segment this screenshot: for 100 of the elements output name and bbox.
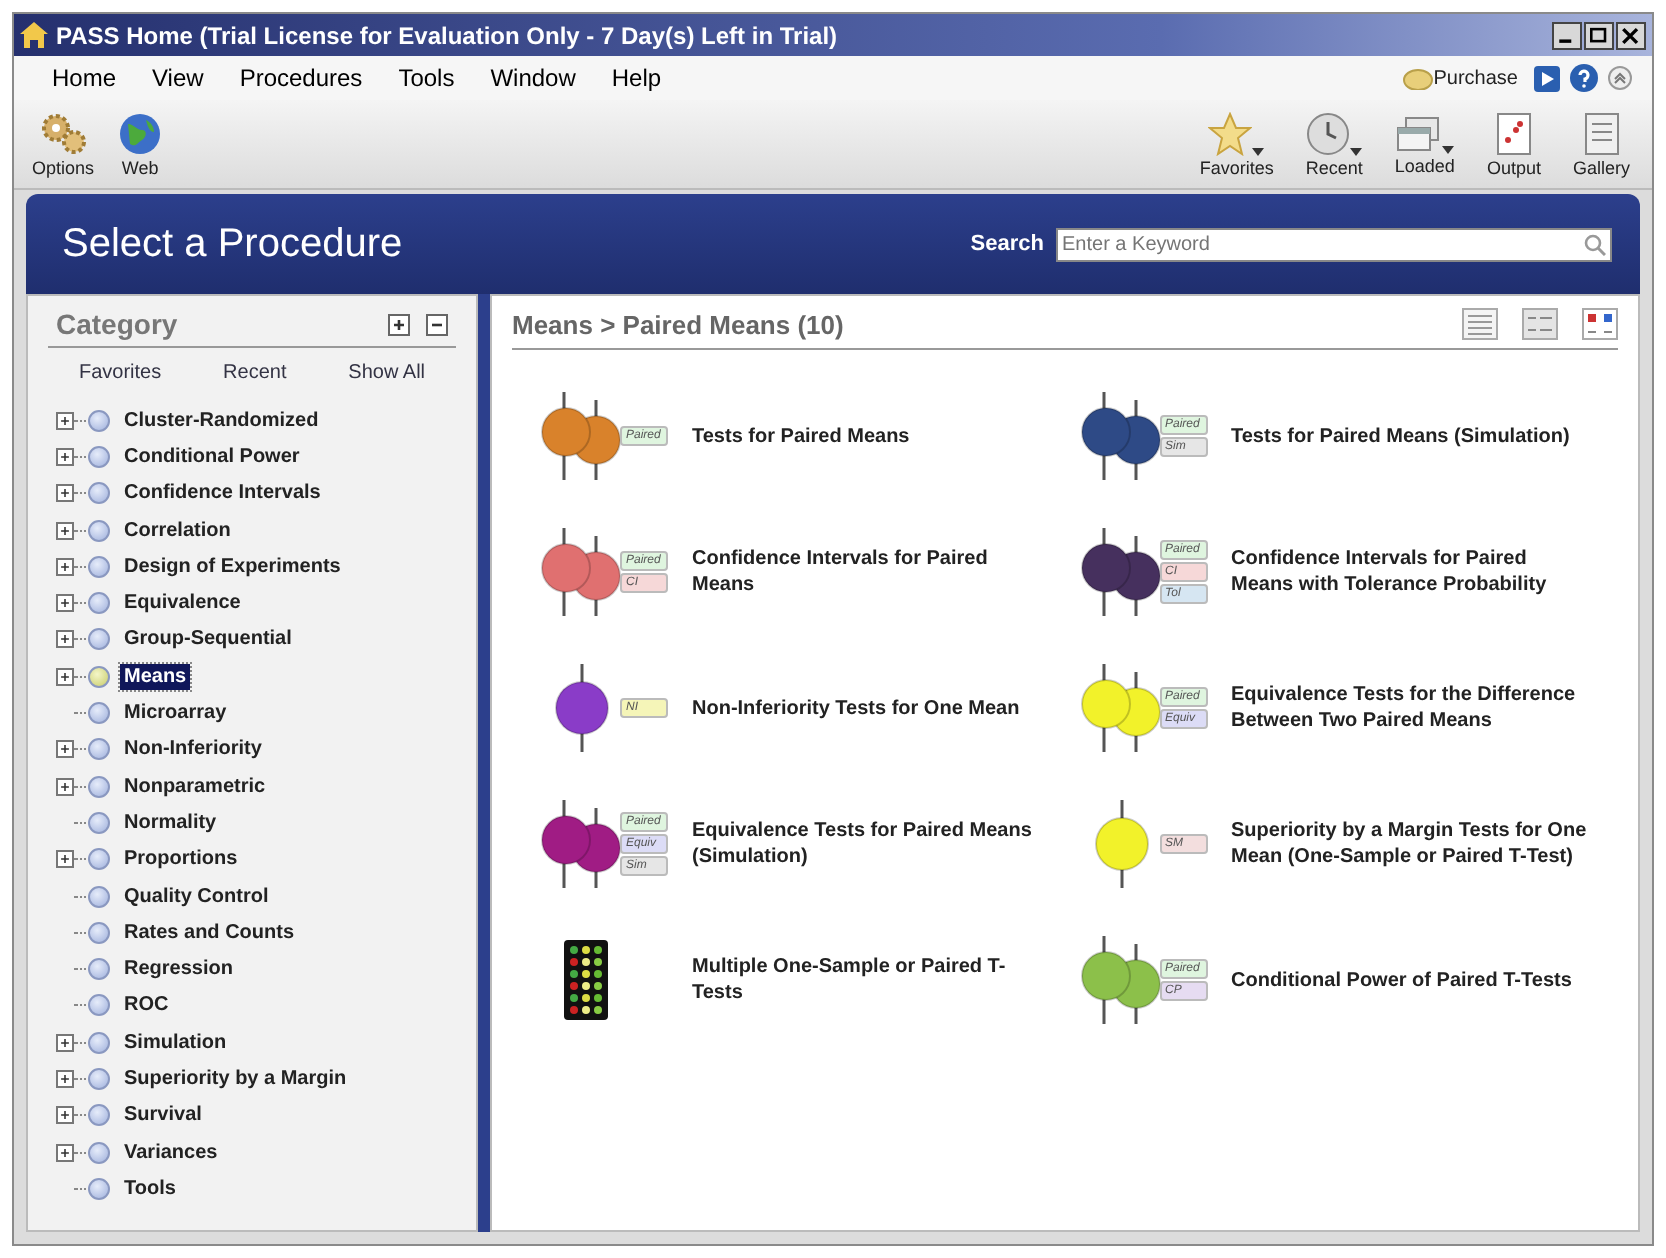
category-item[interactable]: Group-Sequential: [120, 626, 296, 653]
toolbar-button[interactable]: Output: [1470, 100, 1557, 188]
category-item[interactable]: Variances: [120, 1139, 222, 1166]
category-bullet: [88, 1104, 110, 1127]
expand-icon[interactable]: [56, 1033, 74, 1052]
expand-icon[interactable]: [56, 1143, 74, 1162]
category-item[interactable]: Nonparametric: [120, 773, 270, 800]
procedure-link[interactable]: Conditional Power of Paired T-Tests: [1231, 967, 1572, 993]
category-bullet: [88, 811, 110, 834]
category-bullet: [88, 409, 110, 432]
category-bullet: [88, 519, 110, 542]
category-bullet: [88, 1031, 110, 1054]
menu-item[interactable]: Procedures: [221, 64, 381, 92]
category-item[interactable]: Correlation: [120, 517, 235, 544]
category-bullet: [88, 921, 110, 944]
house-icon: [20, 22, 48, 48]
category-bullet: [88, 885, 110, 907]
category-bullet: [88, 848, 110, 871]
menu-item[interactable]: Home: [34, 64, 135, 92]
page-title: Select a Procedure: [62, 221, 405, 267]
procedure-link[interactable]: Confidence Intervals for Paired Means with Tolerance Probability: [1231, 546, 1591, 598]
category-item[interactable]: Superiority by a Margin: [120, 1065, 351, 1092]
procedure-link[interactable]: Non-Inferiority Tests for One Mean: [692, 695, 1020, 721]
detail-view-icon[interactable]: [1522, 308, 1558, 340]
icon-view-icon[interactable]: [1582, 308, 1618, 340]
category-item[interactable]: Rates and Counts: [120, 919, 299, 946]
category-bullet: [88, 445, 110, 468]
toolbar-button[interactable]: Favorites: [1183, 100, 1290, 188]
toolbar-button[interactable]: Web: [106, 100, 175, 188]
help-icon[interactable]: [1570, 64, 1598, 92]
procedure-link[interactable]: Tests for Paired Means: [692, 423, 910, 449]
category-item[interactable]: Regression: [120, 956, 237, 983]
procedure-link[interactable]: Superiority by a Margin Tests for One Mean (One-Sample or Paired T-Test): [1231, 818, 1591, 870]
collapse-icon[interactable]: [1608, 66, 1632, 90]
toolbar-button[interactable]: Loaded: [1378, 100, 1471, 188]
category-bullet: [88, 994, 110, 1017]
expand-icon[interactable]: [56, 557, 74, 576]
category-item[interactable]: Equivalence: [120, 590, 245, 617]
document-icon: [1495, 111, 1532, 155]
gears-icon: [37, 111, 90, 155]
category-item[interactable]: Tools: [120, 1175, 180, 1202]
expand-all-icon[interactable]: [388, 313, 410, 335]
procedure-link[interactable]: Equivalence Tests for the Difference Between Two Paired Means: [1231, 682, 1591, 734]
category-item[interactable]: Survival: [120, 1102, 206, 1129]
category-item[interactable]: ROC: [120, 992, 173, 1019]
expand-icon[interactable]: [56, 1106, 74, 1125]
expand-icon[interactable]: [56, 594, 74, 613]
expand-icon[interactable]: [56, 521, 74, 540]
procedure-link[interactable]: Multiple One-Sample or Paired T-Tests: [692, 954, 1052, 1006]
menu-item[interactable]: Help: [593, 64, 680, 92]
expand-icon[interactable]: [56, 777, 74, 796]
category-item[interactable]: Simulation: [120, 1029, 231, 1056]
clock-icon: [1306, 111, 1351, 155]
category-bullet: [88, 775, 110, 798]
menu-item[interactable]: Window: [472, 64, 594, 92]
category-item[interactable]: Cluster-Randomized: [120, 407, 323, 434]
category-item[interactable]: Means: [120, 663, 191, 690]
filter-link[interactable]: Favorites: [78, 362, 162, 384]
expand-icon[interactable]: [56, 1069, 74, 1088]
expand-icon[interactable]: [56, 447, 74, 466]
purchase-link[interactable]: Purchase: [1433, 67, 1518, 89]
maximize-button[interactable]: [1584, 21, 1614, 49]
procedure-link[interactable]: Confidence Intervals for Paired Means: [692, 546, 1052, 598]
list-view-icon[interactable]: [1462, 308, 1498, 340]
menu-item[interactable]: View: [134, 64, 222, 92]
expand-icon[interactable]: [56, 411, 74, 430]
category-item[interactable]: Normality: [120, 809, 221, 836]
toolbar-button[interactable]: Options: [20, 100, 107, 188]
close-button[interactable]: [1616, 21, 1646, 49]
search-field[interactable]: Enter a Keyword: [1056, 227, 1612, 261]
category-bullet: [88, 702, 110, 725]
category-item[interactable]: Microarray: [120, 700, 231, 727]
play-icon[interactable]: [1534, 65, 1560, 91]
expand-icon[interactable]: [56, 667, 74, 686]
search-icon: [1584, 233, 1606, 255]
category-bullet: [88, 738, 110, 761]
sidebar-title: Category: [56, 308, 180, 340]
category-item[interactable]: Conditional Power: [120, 443, 304, 470]
expand-icon[interactable]: [56, 630, 74, 649]
category-item[interactable]: Design of Experiments: [120, 553, 345, 580]
toolbar-button[interactable]: Recent: [1289, 100, 1379, 188]
category-bullet: [88, 665, 110, 688]
category-item[interactable]: Non-Inferiority: [120, 736, 266, 763]
procedure-link[interactable]: Tests for Paired Means (Simulation): [1231, 423, 1570, 449]
category-item[interactable]: Proportions: [120, 846, 242, 873]
expand-icon[interactable]: [56, 850, 74, 869]
filter-link[interactable]: Recent: [223, 362, 287, 384]
collapse-all-icon[interactable]: [426, 313, 448, 335]
expand-icon[interactable]: [56, 740, 74, 759]
toolbar-button[interactable]: Gallery: [1556, 100, 1646, 188]
minimize-button[interactable]: [1552, 21, 1582, 49]
expand-icon[interactable]: [56, 484, 74, 503]
breadcrumb: Means > Paired Means (10): [512, 309, 846, 339]
category-item[interactable]: Confidence Intervals: [120, 480, 325, 507]
menu-item[interactable]: Tools: [380, 64, 473, 92]
category-bullet: [88, 1141, 110, 1164]
list-icon: [1583, 111, 1620, 155]
procedure-link[interactable]: Equivalence Tests for Paired Means (Simulation): [692, 818, 1052, 870]
filter-link[interactable]: Show All: [348, 362, 426, 384]
category-item[interactable]: Quality Control: [120, 883, 273, 909]
